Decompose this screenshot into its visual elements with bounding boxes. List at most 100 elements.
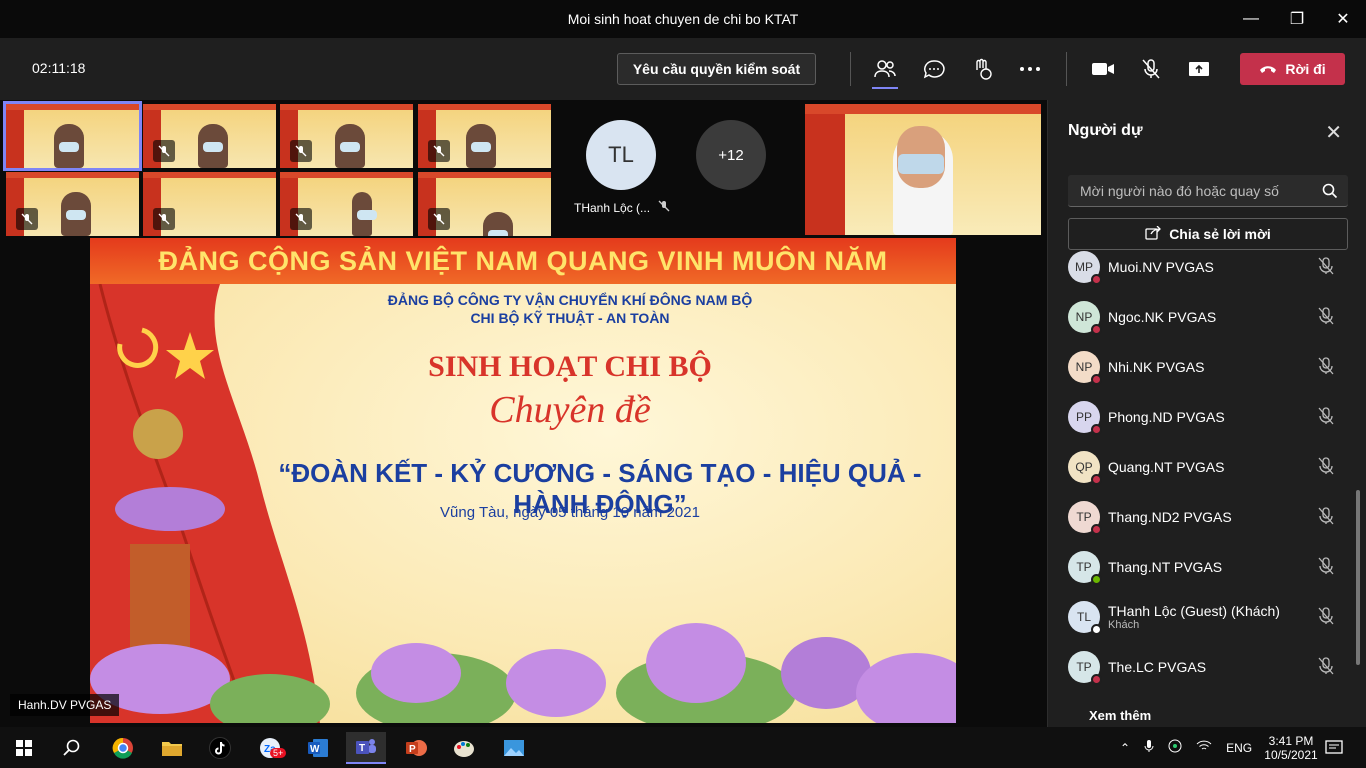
participant-info: The.LC PVGAS	[1108, 659, 1206, 675]
toolbar-divider	[850, 52, 851, 86]
video-tile[interactable]	[418, 104, 551, 168]
mic-off-icon[interactable]	[1318, 507, 1334, 530]
zalo-icon[interactable]: Za 5+	[250, 732, 290, 764]
search-icon[interactable]	[52, 732, 92, 764]
video-tile[interactable]	[143, 104, 276, 168]
participant-name: Nhi.NK PVGAS	[1108, 359, 1205, 375]
video-tile[interactable]	[418, 172, 551, 236]
participant-row[interactable]: QP Quang.NT PVGAS	[1068, 442, 1348, 492]
panel-scrollbar[interactable]	[1356, 490, 1360, 665]
participants-panel: Người dự ✕ Mời người nào đó hoặc quay số…	[1047, 100, 1366, 727]
mic-off-icon[interactable]	[1318, 257, 1334, 280]
word-icon[interactable]: W	[298, 732, 338, 764]
participant-row[interactable]: TL THanh Lộc (Guest) (Khách) Khách	[1068, 592, 1348, 642]
chat-icon[interactable]	[919, 54, 949, 84]
participant-name: Ngoc.NK PVGAS	[1108, 309, 1217, 325]
avatar-initials: TL	[1076, 610, 1091, 624]
invite-search-input[interactable]: Mời người nào đó hoặc quay số	[1068, 175, 1348, 207]
avatar-initials: TP	[1076, 560, 1092, 574]
start-icon[interactable]	[4, 732, 44, 764]
avatar-initials: MP	[1075, 260, 1093, 274]
participants-icon[interactable]	[870, 54, 900, 84]
participant-row[interactable]: PP Phong.ND PVGAS	[1068, 392, 1348, 442]
slide-subheading: Chuyên đề	[489, 389, 651, 431]
participant-row[interactable]: NP Ngoc.NK PVGAS	[1068, 292, 1348, 342]
video-tile[interactable]	[280, 104, 413, 168]
share-icon	[1145, 225, 1162, 243]
microphone-icon[interactable]	[1144, 739, 1154, 756]
presence-status-icon	[1091, 424, 1102, 435]
meeting-toolbar: 02:11:18 Yêu cầu quyền kiểm soát Rời đi	[0, 38, 1366, 100]
slide-banner: ĐẢNG CỘNG SẢN VIỆT NAM QUANG VINH MUÔN N…	[90, 238, 956, 284]
active-speaker-video[interactable]	[805, 104, 1041, 235]
video-tile[interactable]	[6, 172, 139, 236]
leave-button[interactable]: Rời đi	[1240, 53, 1345, 85]
mic-off-icon	[16, 208, 38, 230]
overflow-participants[interactable]: +12	[696, 120, 766, 190]
slide-org-line2: CHI BỘ KỸ THUẬT - AN TOÀN	[470, 310, 670, 326]
avatar-initials: TP	[1076, 510, 1092, 524]
search-placeholder: Mời người nào đó hoặc quay số	[1080, 182, 1279, 199]
participant-avatar[interactable]: TL	[586, 120, 656, 190]
mic-off-icon	[428, 140, 450, 162]
photos-icon[interactable]	[494, 732, 534, 764]
participant-name: Thang.ND2 PVGAS	[1108, 509, 1232, 525]
avatar-initials: TP	[1076, 660, 1092, 674]
search-icon[interactable]	[1322, 183, 1338, 202]
minimize-icon[interactable]: —	[1228, 0, 1274, 38]
mic-off-icon[interactable]	[1136, 54, 1166, 84]
participant-info: Thang.ND2 PVGAS	[1108, 509, 1232, 525]
paint-icon[interactable]	[444, 732, 484, 764]
wifi-icon[interactable]	[1196, 740, 1212, 755]
toolbar-divider	[1066, 52, 1067, 86]
clock[interactable]: 3:41 PM 10/5/2021	[1256, 727, 1326, 768]
chrome-icon[interactable]	[103, 732, 143, 764]
close-panel-icon[interactable]: ✕	[1325, 120, 1342, 145]
network-globe-icon[interactable]	[1168, 739, 1182, 756]
avatar: MP	[1068, 251, 1102, 285]
presence-status-icon	[1091, 474, 1102, 485]
close-window-icon[interactable]: ✕	[1320, 0, 1366, 38]
mic-off-icon[interactable]	[1318, 607, 1334, 630]
participant-row[interactable]: NP Nhi.NK PVGAS	[1068, 342, 1348, 392]
speaker-name-tag: Hanh.DV PVGAS	[10, 694, 120, 716]
clock-time: 3:41 PM	[1268, 733, 1314, 748]
participant-name: Phong.ND PVGAS	[1108, 409, 1225, 425]
participant-row[interactable]: TP Thang.NT PVGAS	[1068, 542, 1348, 592]
avatar: PP	[1068, 401, 1102, 435]
chevron-up-icon[interactable]: ⌃	[1120, 741, 1130, 755]
mic-off-icon[interactable]	[1318, 557, 1334, 580]
participant-info: Thang.NT PVGAS	[1108, 559, 1222, 575]
reactions-icon[interactable]	[967, 54, 997, 84]
mic-off-icon[interactable]	[1318, 657, 1334, 680]
participant-row[interactable]: TP The.LC PVGAS	[1068, 642, 1348, 692]
participant-name: THanh Lộc (Guest) (Khách)	[1108, 603, 1280, 619]
share-screen-icon[interactable]	[1184, 54, 1214, 84]
camera-icon[interactable]	[1088, 54, 1118, 84]
teams-icon[interactable]: T	[346, 732, 386, 764]
language-indicator[interactable]: ENG	[1226, 741, 1252, 755]
avatar-initials: NP	[1075, 360, 1093, 374]
powerpoint-icon[interactable]: P	[396, 732, 436, 764]
video-tile[interactable]	[3, 101, 142, 171]
presence-status-icon	[1091, 624, 1102, 635]
mic-off-icon[interactable]	[1318, 407, 1334, 430]
more-options-icon[interactable]	[1015, 54, 1045, 84]
maximize-icon[interactable]: ❐	[1274, 0, 1320, 38]
see-more-link[interactable]: Xem thêm	[1089, 708, 1151, 723]
file-explorer-icon[interactable]	[152, 732, 192, 764]
video-tile[interactable]	[280, 172, 413, 236]
mic-off-icon[interactable]	[1318, 357, 1334, 380]
video-tile[interactable]	[143, 172, 276, 236]
request-control-button[interactable]: Yêu cầu quyền kiểm soát	[617, 53, 816, 85]
avatar-initials: NP	[1075, 310, 1093, 324]
tiktok-icon[interactable]	[200, 732, 240, 764]
clock-date: 10/5/2021	[1264, 747, 1318, 762]
participant-row[interactable]: TP Thang.ND2 PVGAS	[1068, 492, 1348, 542]
mic-off-icon[interactable]	[1318, 457, 1334, 480]
mic-off-icon[interactable]	[1318, 307, 1334, 330]
participant-name: The.LC PVGAS	[1108, 659, 1207, 675]
avatar-initials: QP	[1075, 460, 1093, 474]
participant-row[interactable]: MP Muoi.NV PVGAS	[1068, 242, 1348, 292]
notifications-icon[interactable]	[1325, 727, 1343, 768]
